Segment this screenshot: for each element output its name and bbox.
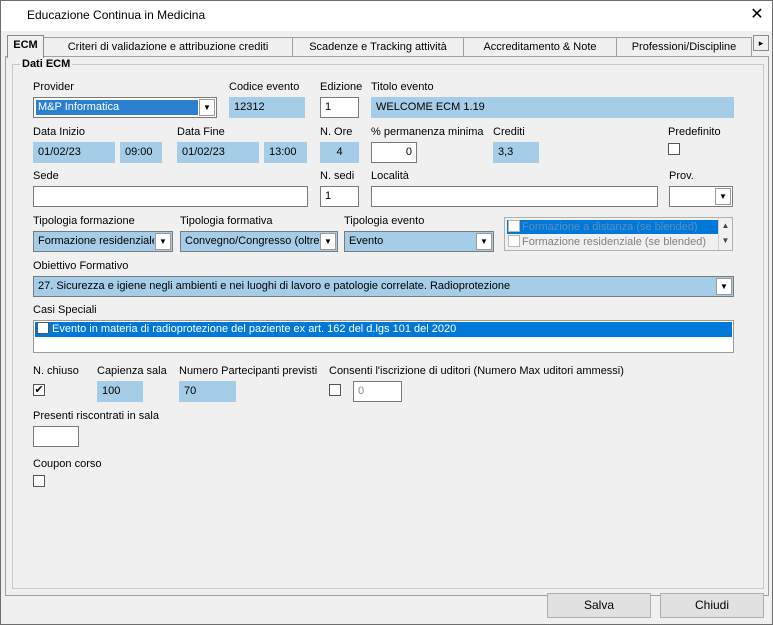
prov-value [672,189,714,204]
presenti-riscontrati-field[interactable] [33,426,79,447]
tab-ecm[interactable]: ECM [7,35,44,58]
tipologia-formazione-label: Tipologia formazione [33,215,135,227]
crediti-field[interactable]: 3,3 [493,142,539,163]
codice-evento-label: Codice evento [229,81,300,93]
blended-distanza-label: Formazione a distanza (se blended) [522,221,698,233]
tab-strip: ECM Criteri di validazione e attribuzion… [5,35,770,58]
obiettivo-formativo-select[interactable]: 27. Sicurezza e igiene negli ambienti e … [33,276,734,297]
chevron-down-icon[interactable]: ▼ [476,233,492,250]
provider-value: M&P Informatica [36,100,198,115]
data-fine-date-field[interactable]: 01/02/23 [177,142,259,163]
consenti-uditori-label: Consenti l'iscrizione di uditori (Numero… [329,365,624,377]
blended-option-residenziale[interactable]: Formazione residenziale (se blended) [507,235,719,249]
tipologia-evento-value: Evento [349,235,384,247]
numero-partecipanti-field[interactable]: 70 [179,381,236,402]
numero-partecipanti-label: Numero Partecipanti previsti [179,365,318,377]
list-item[interactable]: ✔ Evento in materia di radioprotezione de… [35,322,732,337]
capienza-sala-label: Capienza sala [97,365,167,377]
save-button[interactable]: Salva [547,593,651,618]
chevron-down-icon[interactable]: ▼ [199,99,215,116]
n-ore-field[interactable]: 4 [320,142,359,163]
tipologia-formazione-select[interactable]: Formazione residenziale ▼ [33,231,173,252]
permanenza-label: % permanenza minima [371,126,484,138]
tab-scroll-right-icon[interactable]: ▸ [753,35,769,51]
close-button[interactable]: Chiudi [660,593,764,618]
casi-speciali-item-checkbox[interactable]: ✔ [37,322,49,335]
max-uditori-field[interactable]: 0 [353,381,402,402]
localita-label: Località [371,170,409,182]
blended-option-distanza[interactable]: Formazione a distanza (se blended) [507,220,719,234]
tipologia-formativa-select[interactable]: Convegno/Congresso (oltre ▼ [180,231,338,252]
data-inizio-time-field[interactable]: 09:00 [120,142,162,163]
tab-professioni-discipline[interactable]: Professioni/Discipline [616,37,752,57]
blended-scrollbar[interactable]: ▲ ▼ [718,218,732,250]
obiettivo-formativo-value: 27. Sicurezza e igiene negli ambienti e … [38,280,511,292]
casi-speciali-item-label: Evento in materia di radioprotezione del… [52,323,457,335]
edizione-field[interactable]: 1 [320,97,359,118]
blended-residenziale-label: Formazione residenziale (se blended) [522,236,707,248]
blended-distanza-checkbox[interactable] [508,220,520,233]
data-fine-time-field[interactable]: 13:00 [264,142,307,163]
tipologia-formativa-label: Tipologia formativa [180,215,273,227]
titolo-evento-field[interactable]: WELCOME ECM 1.19 [371,97,734,118]
tab-criteri-validazione[interactable]: Criteri di validazione e attribuzione cr… [43,37,293,57]
obiettivo-formativo-label: Obiettivo Formativo [33,260,129,272]
coupon-corso-checkbox[interactable] [33,475,45,487]
chevron-down-icon[interactable]: ▼ [155,233,171,250]
n-chiuso-label: N. chiuso [33,365,79,377]
data-inizio-label: Data Inizio [33,126,85,138]
provider-label: Provider [33,81,74,93]
tipologia-formazione-value: Formazione residenziale [38,235,154,247]
tipologia-evento-label: Tipologia evento [344,215,425,227]
capienza-sala-field[interactable]: 100 [97,381,143,402]
localita-field[interactable] [371,186,658,207]
sede-field[interactable] [33,186,308,207]
predefinito-label: Predefinito [668,126,721,138]
codice-evento-field[interactable]: 12312 [229,97,305,118]
tab-scadenze-tracking[interactable]: Scadenze e Tracking attività [292,37,464,57]
blended-options-list: Formazione a distanza (se blended) Forma… [504,217,733,251]
tipologia-evento-select[interactable]: Evento ▼ [344,231,494,252]
ecm-dialog: Educazione Continua in Medicina ✕ ECM Cr… [0,0,773,625]
presenti-riscontrati-label: Presenti riscontrati in sala [33,410,159,422]
chevron-down-icon[interactable]: ▼ [715,188,731,205]
chevron-down-icon[interactable]: ▼ [320,233,336,250]
chevron-down-icon[interactable]: ▼ [716,278,732,295]
blended-residenziale-checkbox[interactable] [508,235,520,248]
sede-label: Sede [33,170,59,182]
prov-label: Prov. [669,170,694,182]
data-inizio-date-field[interactable]: 01/02/23 [33,142,115,163]
n-sedi-field[interactable]: 1 [320,186,359,207]
close-icon[interactable]: ✕ [747,5,767,25]
n-chiuso-checkbox[interactable]: ✔ [33,384,45,396]
tab-accreditamento-note[interactable]: Accreditamento & Note [463,37,617,57]
n-ore-label: N. Ore [320,126,353,138]
scroll-down-icon[interactable]: ▼ [719,233,732,248]
prov-select[interactable]: ▼ [669,186,733,207]
casi-speciali-label: Casi Speciali [33,304,97,316]
data-fine-label: Data Fine [177,126,225,138]
titolo-evento-label: Titolo evento [371,81,434,93]
permanenza-field[interactable]: 0 [371,142,417,163]
crediti-label: Crediti [493,126,525,138]
provider-select[interactable]: M&P Informatica ▼ [33,97,217,118]
predefinito-checkbox[interactable] [668,143,680,155]
scroll-up-icon[interactable]: ▲ [719,218,732,233]
casi-speciali-list: ✔ Evento in materia di radioprotezione de… [33,320,734,353]
coupon-corso-label: Coupon corso [33,458,102,470]
n-sedi-label: N. sedi [320,170,355,182]
consenti-uditori-checkbox[interactable] [329,384,341,396]
title-bar: Educazione Continua in Medicina ✕ [1,1,772,31]
edizione-label: Edizione [320,81,363,93]
tipologia-formativa-value: Convegno/Congresso (oltre [185,235,319,247]
group-title: Dati ECM [20,58,73,70]
window-title: Educazione Continua in Medicina [27,8,206,22]
